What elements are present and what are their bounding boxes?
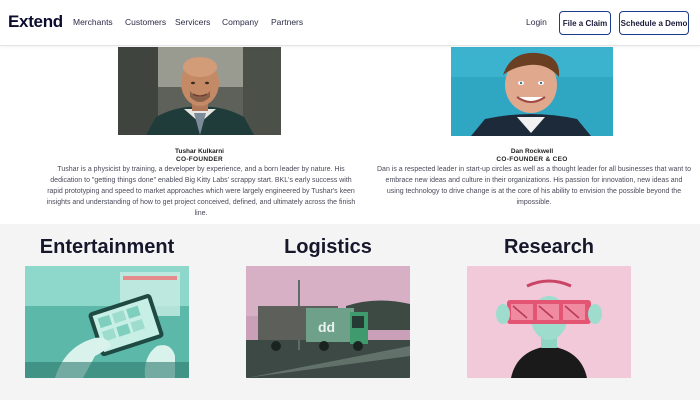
founder-role-dan: CO-FOUNDER & CEO — [496, 156, 568, 163]
vr-headset-illustration — [467, 266, 631, 378]
logistics-image: dd — [246, 266, 410, 378]
founder-bio-tushar: Tushar is a physicist by training, a dev… — [46, 166, 356, 216]
extend-logo[interactable]: Extend — [8, 12, 63, 32]
founder-name-dan: Dan Rockwell — [510, 148, 554, 155]
dan-portrait-illustration — [451, 47, 613, 136]
research-image — [467, 266, 631, 378]
dan-photo — [451, 47, 613, 136]
tushar-portrait-illustration — [118, 47, 281, 135]
top-navigation: Extend Merchants Customers Servicers Com… — [0, 0, 700, 46]
file-a-claim-button[interactable]: File a Claim — [559, 11, 611, 35]
founder-bio-dan: Dan is a respected leader in start-up ci… — [377, 166, 691, 206]
vertical-title-research: Research — [503, 236, 595, 258]
menu-item-company[interactable]: Company — [222, 17, 258, 27]
menu-item-customers[interactable]: Customers — [125, 17, 166, 27]
menu-item-merchants[interactable]: Merchants — [73, 17, 113, 27]
tushar-photo — [118, 47, 281, 135]
founder-role-tushar: CO-FOUNDER — [175, 156, 224, 163]
vertical-title-logistics: Logistics — [284, 236, 372, 258]
entertainment-image — [25, 266, 189, 378]
founder-name-tushar: Tushar Kulkarni — [174, 148, 224, 155]
tablet-hands-illustration — [25, 266, 189, 378]
schedule-demo-button[interactable]: Schedule a Demo — [619, 11, 689, 35]
login-link[interactable]: Login — [526, 17, 547, 27]
vertical-title-entertainment: Entertainment — [39, 236, 175, 258]
menu-item-servicers[interactable]: Servicers — [175, 17, 210, 27]
svg-text:dd: dd — [318, 319, 335, 335]
truck-illustration: dd — [246, 266, 410, 378]
menu-item-partners[interactable]: Partners — [271, 17, 303, 27]
verticals-section: Entertainment Logistics Research dd — [0, 224, 700, 400]
founders-section: Tushar Kulkarni CO-FOUNDER Tushar is a p… — [0, 46, 700, 224]
